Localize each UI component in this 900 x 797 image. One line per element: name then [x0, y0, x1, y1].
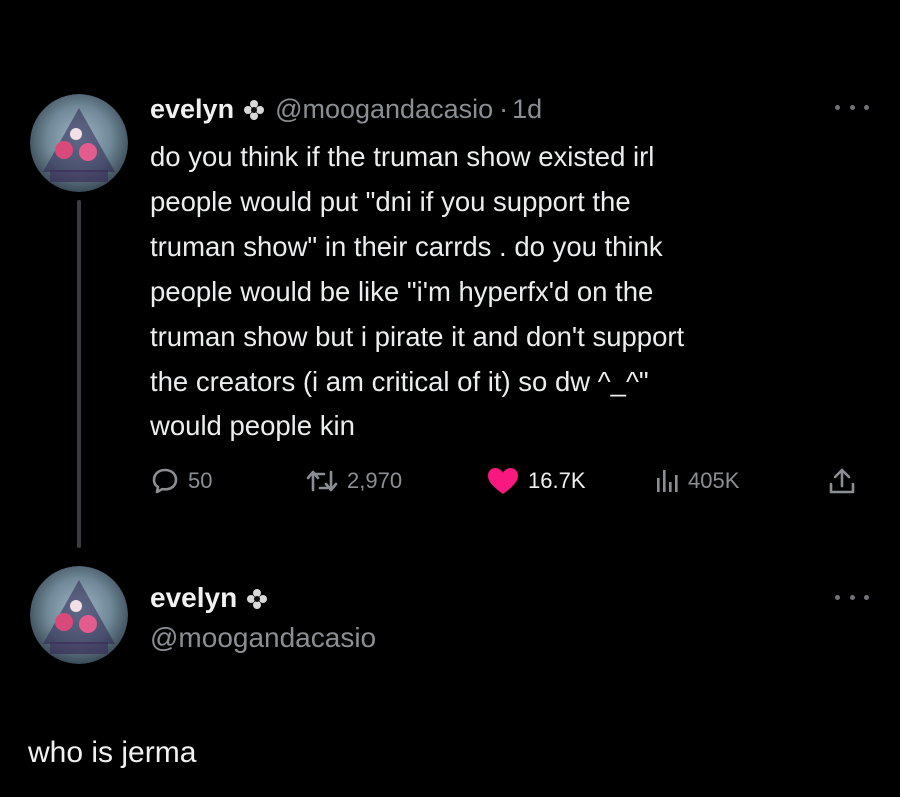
display-name[interactable]: evelyn — [150, 91, 234, 127]
handle[interactable]: @moogandacasio — [150, 620, 376, 656]
retweet-button[interactable]: 2,970 — [305, 463, 402, 499]
views-bar-chart-icon — [657, 470, 678, 492]
reply-bubble-icon — [152, 468, 178, 494]
share-button[interactable] — [828, 463, 856, 499]
avatar-image — [30, 566, 128, 664]
share-upload-icon — [829, 468, 855, 494]
tweet-header: evelyn @moogandacasio · 1d — [150, 91, 542, 127]
avatar-image — [30, 94, 128, 192]
separator-dot: · — [499, 94, 509, 124]
more-dots-icon[interactable] — [835, 100, 869, 114]
reply-count: 50 — [188, 468, 213, 493]
tweet-text: do you think if the truman show existed … — [150, 141, 685, 442]
views-button[interactable]: 405K — [654, 463, 739, 499]
retweet-icon — [306, 470, 338, 492]
reply-text: who is jerma — [28, 736, 197, 769]
avatar[interactable] — [30, 566, 128, 664]
handle[interactable]: @moogandacasio — [275, 91, 493, 127]
flower-badge-icon — [246, 583, 268, 609]
profile-name-row: evelyn — [150, 580, 278, 616]
thread-line — [77, 200, 81, 548]
heart-icon — [488, 468, 518, 494]
like-button[interactable]: 16.7K — [486, 463, 586, 499]
top-band — [0, 0, 900, 62]
avatar[interactable] — [30, 94, 128, 192]
more-dots-icon[interactable] — [835, 590, 869, 604]
retweet-count: 2,970 — [347, 468, 403, 493]
display-name[interactable]: evelyn — [150, 580, 237, 616]
reply-button[interactable]: 50 — [150, 463, 212, 499]
views-count: 405K — [688, 468, 740, 493]
timestamp[interactable]: 1d — [512, 91, 542, 127]
like-count: 16.7K — [528, 468, 586, 493]
flower-badge-icon — [243, 94, 265, 120]
